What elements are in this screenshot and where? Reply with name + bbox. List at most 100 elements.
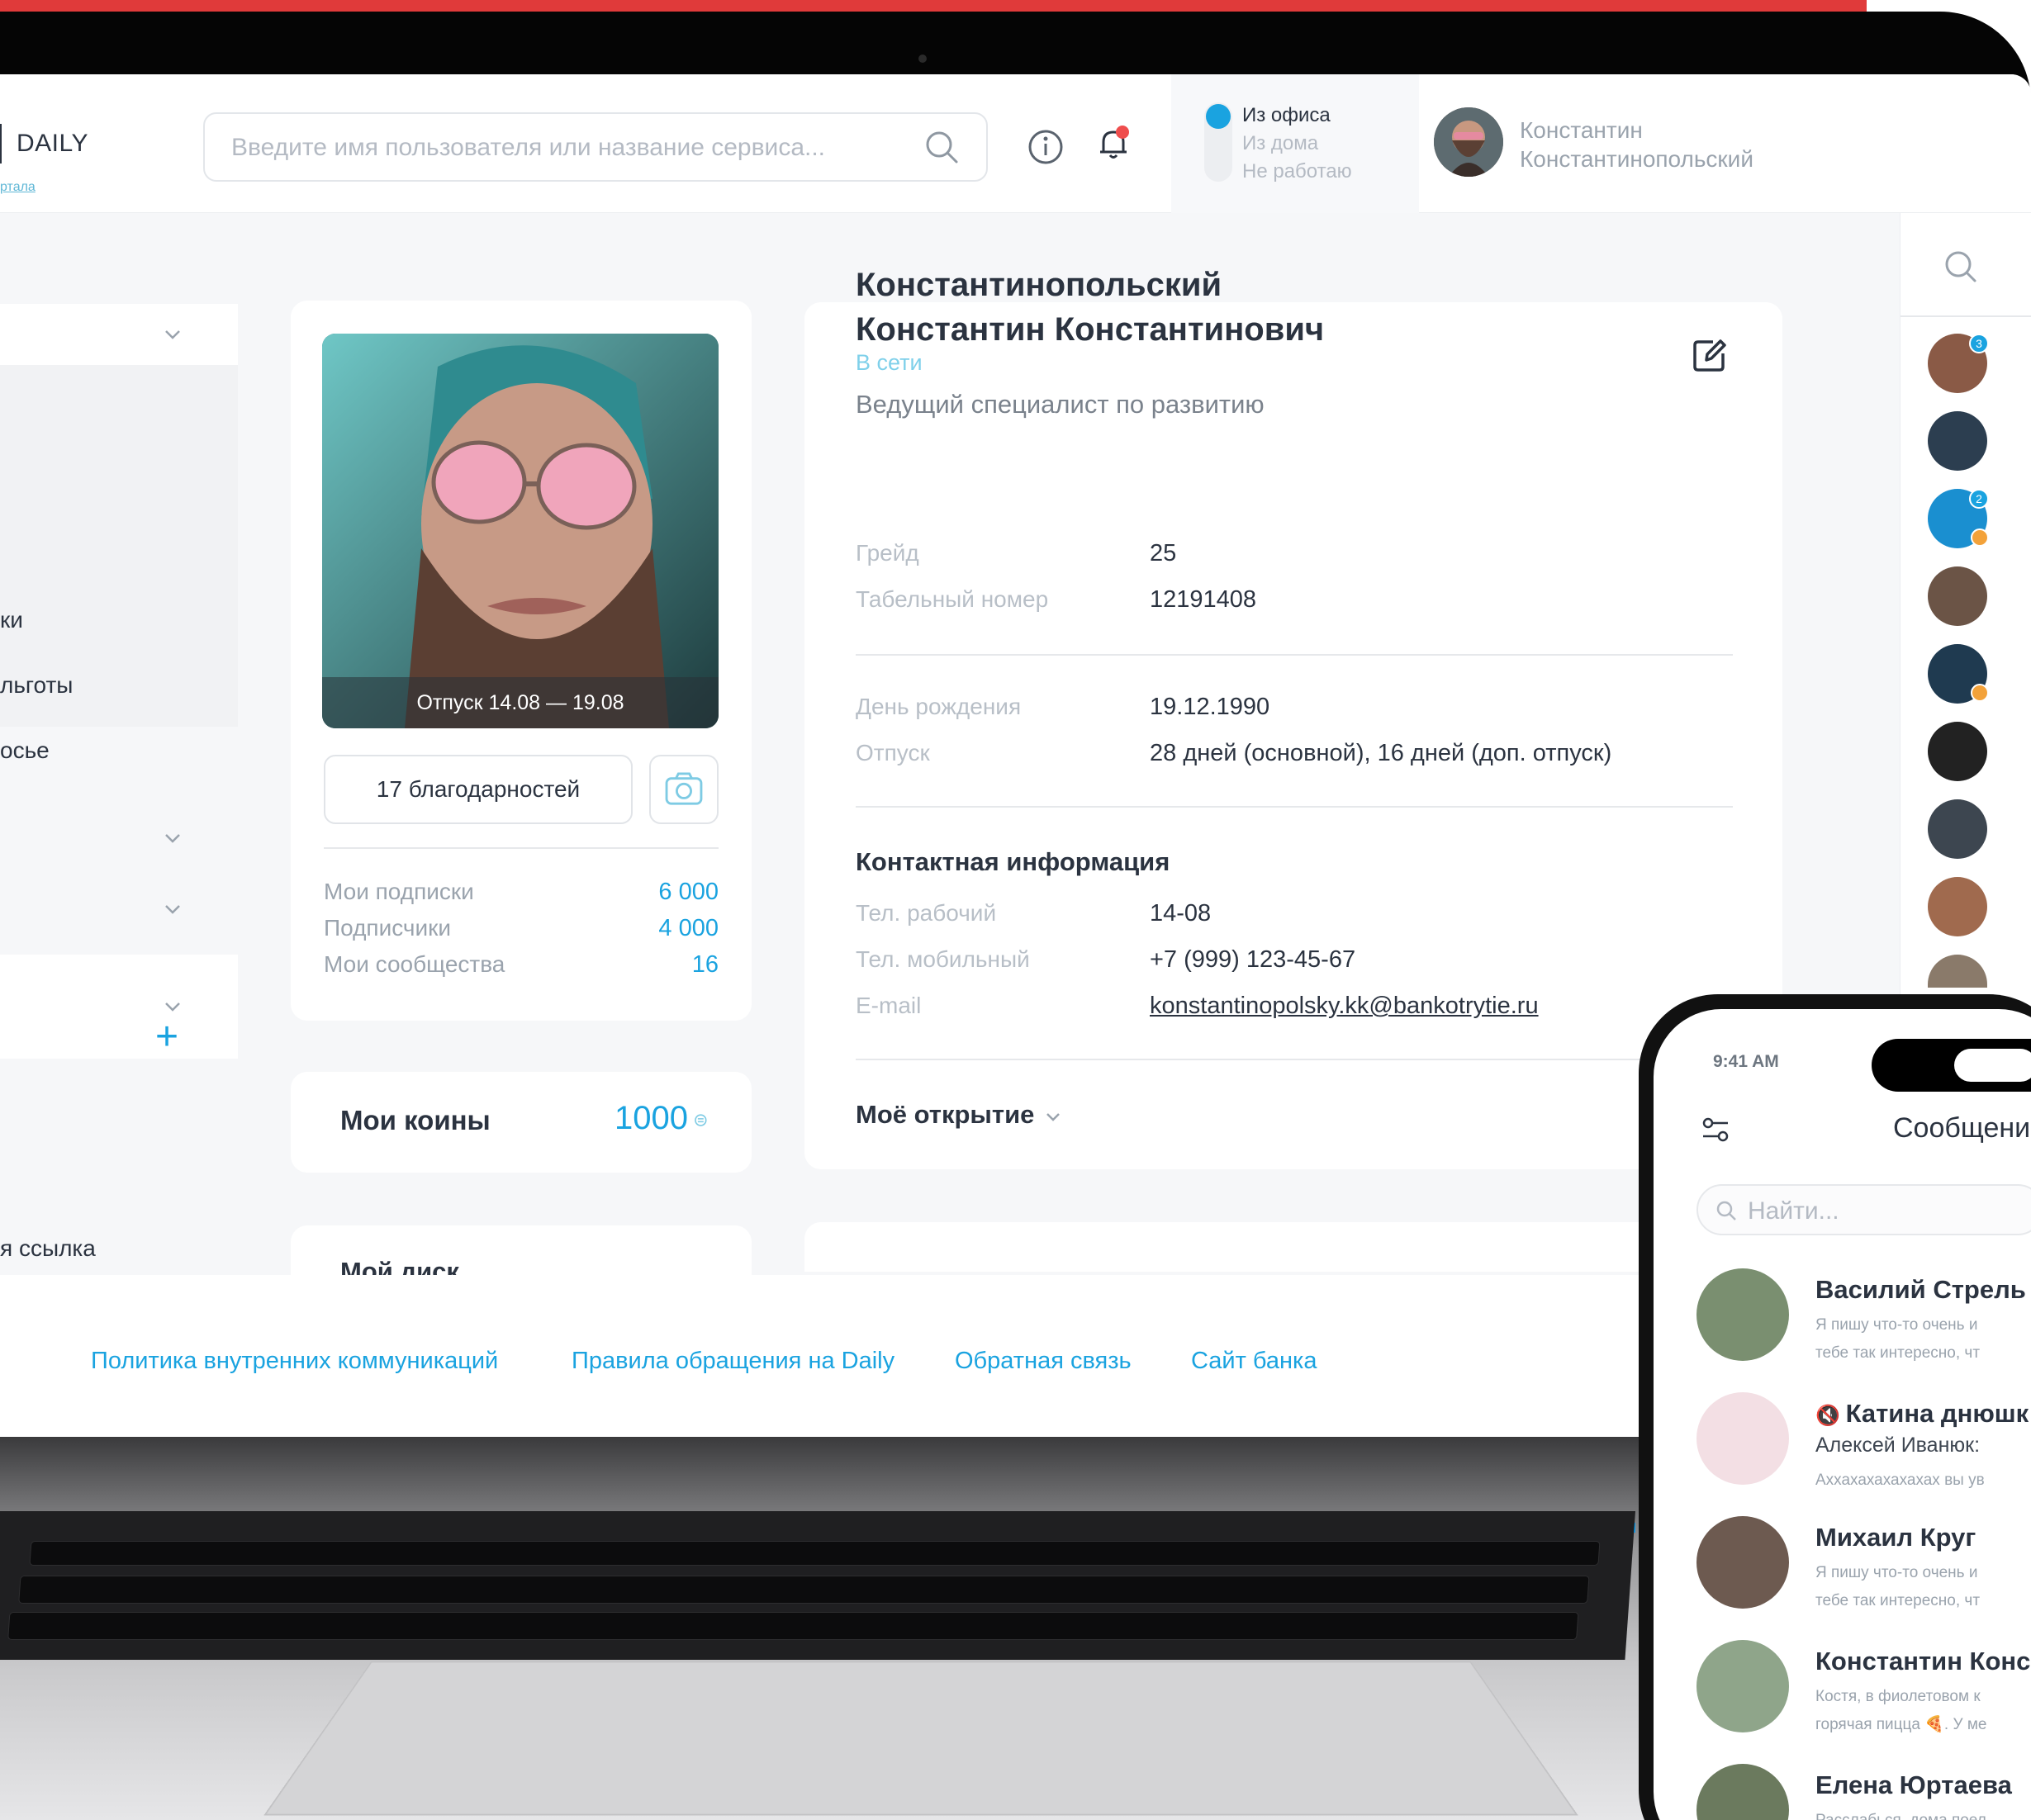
divider	[1901, 315, 2031, 317]
avatar	[1696, 1516, 1789, 1609]
chevron-down-icon	[165, 905, 180, 914]
add-icon[interactable]: +	[155, 1017, 178, 1057]
followers-label: Подписчики	[324, 915, 452, 941]
footer-link-rules[interactable]: Правила обращения на Daily	[572, 1348, 894, 1375]
thanks-button[interactable]: 17 благодарностей	[324, 755, 633, 824]
search-icon	[1716, 1201, 1736, 1220]
profile-photo-image	[322, 334, 719, 728]
subscriptions-label: Мои подписки	[324, 879, 474, 904]
webcam	[918, 55, 927, 63]
vacation-value: 28 дней (основной), 16 дней (доп. отпуск…	[1150, 740, 1612, 766]
sidebar-section-2[interactable]	[0, 806, 238, 971]
keyboard	[0, 1511, 1635, 1660]
chevron-down-icon	[165, 330, 180, 339]
coins-value: 1000 ⊜	[615, 1100, 709, 1136]
work-phone-value[interactable]: 14-08	[1150, 900, 1211, 927]
footer-link-bank-site[interactable]: Сайт банка	[1191, 1348, 1317, 1375]
divider	[856, 1059, 1682, 1060]
profile-photo[interactable]: Отпуск 14.08 — 19.08	[322, 334, 719, 728]
grade-value: 25	[1150, 540, 1177, 566]
profile-info-card	[804, 302, 1782, 1169]
avatar[interactable]	[1434, 107, 1503, 177]
chat-item[interactable]: Василий Стрель Я пишу что-то очень и теб…	[1696, 1268, 2031, 1392]
avatar	[1696, 1764, 1789, 1820]
chat-item[interactable]: Михаил Круг Я пишу что-то очень и тебе т…	[1696, 1516, 2031, 1640]
search-input[interactable]: Введите имя пользователя или название се…	[203, 112, 988, 182]
chat-name: 🔇 Катина днюшк	[1815, 1399, 2029, 1428]
logo[interactable]: DAILY	[0, 124, 88, 164]
rail-avatar-4[interactable]	[1928, 566, 1987, 626]
sidebar-section-1[interactable]	[0, 304, 238, 365]
sidebar-section-3[interactable]	[0, 955, 238, 1059]
sidebar-item-3[interactable]: осье	[0, 737, 50, 764]
edit-icon[interactable]	[1688, 334, 1731, 377]
rail-avatar-8[interactable]	[1928, 877, 1987, 936]
coin-icon: ⊜	[687, 1109, 709, 1130]
sidebar-submenu: ки льготы осье	[0, 365, 238, 763]
logo-sub-link[interactable]: ртала	[0, 180, 36, 195]
user-name[interactable]: Константин Константинопольский	[1520, 116, 1753, 173]
phone-title: Сообщени	[1893, 1112, 2031, 1144]
status-toggle[interactable]	[1204, 102, 1232, 182]
chevron-down-icon	[1046, 1112, 1061, 1121]
phone-time: 9:41 AM	[1713, 1052, 1779, 1071]
contacts-title: Контактная информация	[856, 847, 1170, 876]
disk-card[interactable]: Мой диск	[291, 1225, 752, 1275]
rail-avatar-7[interactable]	[1928, 799, 1987, 859]
profile-name: Константинопольский Константин Константин…	[856, 267, 1325, 348]
rail-avatar-6[interactable]	[1928, 722, 1987, 781]
chat-item[interactable]: 🔇 Катина днюшк Алексей Иванюк: Аххахахах…	[1696, 1392, 2031, 1516]
email-link[interactable]: konstantinopolsky.kk@bankotrytie.ru	[1150, 993, 1539, 1020]
chat-name: Константин Конс	[1815, 1647, 2031, 1675]
stats-list: Мои подписки 6 000 Подписчики 4 000 Мои …	[324, 879, 719, 986]
job-position: Ведущий специалист по развитию	[856, 390, 1265, 419]
sidebar-item-1[interactable]: ки	[0, 607, 23, 633]
unread-badge: 2	[1969, 489, 1989, 509]
phone-screen: 9:41 AM Сообщени Найти... Василий Стрель…	[1654, 1009, 2031, 1820]
chat-preview: тебе так интересно, чт	[1815, 1592, 1981, 1609]
divider	[324, 847, 719, 849]
birthday-label: День рождения	[856, 694, 1022, 719]
subscriptions-value[interactable]: 6 000	[658, 879, 719, 906]
coins-label: Мои коины	[340, 1105, 491, 1135]
mute-icon: 🔇	[1815, 1405, 1846, 1427]
search-icon[interactable]	[922, 127, 961, 167]
vacation-badge: Отпуск 14.08 — 19.08	[322, 677, 719, 728]
chat-preview: Аххахахахахахах вы ув	[1815, 1472, 1985, 1489]
communities-label: Мои сообщества	[324, 951, 505, 977]
filter-icon[interactable]	[1700, 1113, 1733, 1146]
chat-item[interactable]: Елена Юртаева Расслабься, дома поел	[1696, 1764, 2031, 1820]
communities-value[interactable]: 16	[692, 951, 719, 979]
grade-label: Грейд	[856, 540, 919, 566]
mobile-phone-value[interactable]: +7 (999) 123-45-67	[1150, 946, 1355, 974]
mobile-phone-label: Тел. мобильный	[856, 946, 1030, 972]
status-off[interactable]: Не работаю	[1242, 160, 1352, 183]
disk-label: Мой диск	[340, 1257, 459, 1275]
info-icon[interactable]	[1024, 126, 1067, 168]
followers-value[interactable]: 4 000	[658, 915, 719, 942]
footer-link-feedback[interactable]: Обратная связь	[955, 1348, 1132, 1375]
sidebar-item-2[interactable]: льготы	[0, 672, 73, 699]
change-photo-button[interactable]	[649, 755, 719, 824]
rail-avatar-2[interactable]	[1928, 411, 1987, 471]
chat-preview: Я пишу что-то очень и	[1815, 1564, 1978, 1581]
work-status: Из офиса Из дома Не работаю	[1171, 74, 1419, 213]
search-placeholder: Введите имя пользователя или название се…	[231, 134, 826, 161]
footer-link-policy[interactable]: Политика внутренних коммуникаций	[91, 1348, 498, 1375]
chat-item[interactable]: Константин Конс Костя, в фиолетовом к го…	[1696, 1640, 2031, 1764]
search-icon[interactable]	[1940, 246, 1981, 287]
bell-icon[interactable]	[1092, 122, 1135, 165]
chat-preview: Костя, в фиолетовом к	[1815, 1688, 1981, 1705]
status-office[interactable]: Из офиса	[1242, 104, 1331, 127]
tab-number-label: Табельный номер	[856, 586, 1049, 612]
phone-search-placeholder: Найти...	[1748, 1197, 1839, 1225]
next-card	[804, 1222, 1782, 1272]
chevron-down-icon	[165, 834, 180, 843]
avatar	[1696, 1640, 1789, 1732]
header: DAILY ртала Введите имя пользователя или…	[0, 74, 2031, 213]
sidebar-link[interactable]: я ссылка	[0, 1235, 96, 1262]
status-home[interactable]: Из дома	[1242, 132, 1318, 155]
my-otkritie-toggle[interactable]: Моё открытие	[856, 1100, 1064, 1130]
divider	[856, 806, 1733, 808]
phone-search-input[interactable]: Найти...	[1696, 1184, 2031, 1235]
